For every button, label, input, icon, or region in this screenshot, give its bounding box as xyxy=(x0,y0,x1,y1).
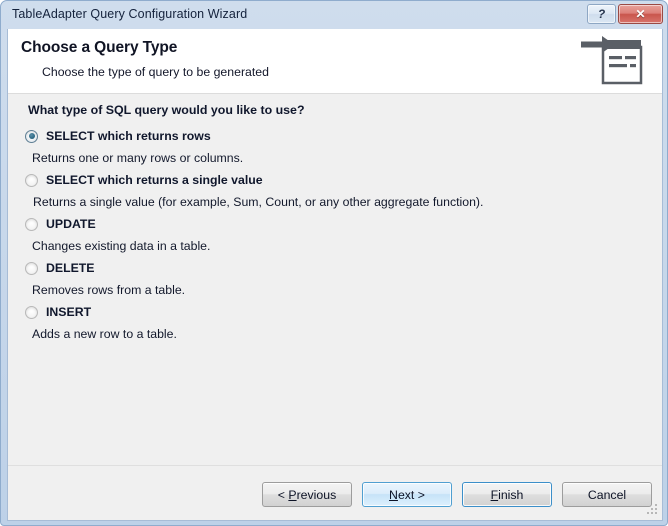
client-area: Choose a Query Type Choose the type of q… xyxy=(7,29,663,521)
query-wizard-icon xyxy=(581,36,643,85)
radio-update[interactable] xyxy=(25,217,38,231)
next-button-label: Next > xyxy=(389,487,425,502)
radio-delete[interactable] xyxy=(25,261,38,275)
radio-label-update: UPDATE xyxy=(46,217,96,231)
radio-select-single-value[interactable] xyxy=(25,173,38,187)
close-icon: ✕ xyxy=(635,7,646,21)
radio-row-update[interactable]: UPDATE xyxy=(8,213,662,235)
finish-button-label: Finish xyxy=(490,487,524,502)
option-select-rows: SELECT which returns rows Returns one or… xyxy=(8,125,662,169)
dialog-button-bar: < Previous Next > Finish Cancel xyxy=(8,465,662,519)
next-button[interactable]: Next > xyxy=(362,482,452,507)
radio-description-select-single-value: Returns a single value (for example, Sum… xyxy=(33,195,484,209)
radio-row-select-single-value[interactable]: SELECT which returns a single value xyxy=(8,169,662,191)
wizard-header: Choose a Query Type Choose the type of q… xyxy=(8,29,662,94)
wizard-window: TableAdapter Query Configuration Wizard … xyxy=(0,0,668,526)
previous-button[interactable]: < Previous xyxy=(262,482,352,507)
page-subtitle: Choose the type of query to be generated xyxy=(42,65,269,79)
query-type-radio-group: SELECT which returns rows Returns one or… xyxy=(8,125,662,345)
radio-label-select-rows: SELECT which returns rows xyxy=(46,129,211,143)
radio-label-delete: DELETE xyxy=(46,261,95,275)
window-title: TableAdapter Query Configuration Wizard xyxy=(12,7,248,21)
close-button[interactable]: ✕ xyxy=(618,4,663,24)
wizard-body: What type of SQL query would you like to… xyxy=(8,94,662,465)
finish-button[interactable]: Finish xyxy=(462,482,552,507)
radio-row-insert[interactable]: INSERT xyxy=(8,301,662,323)
radio-description-update: Changes existing data in a table. xyxy=(32,239,211,253)
title-bar-buttons: ? ✕ xyxy=(587,4,663,24)
option-delete: DELETE Removes rows from a table. xyxy=(8,257,662,301)
option-select-single-value: SELECT which returns a single value Retu… xyxy=(8,169,662,213)
cancel-button[interactable]: Cancel xyxy=(562,482,652,507)
radio-description-insert: Adds a new row to a table. xyxy=(32,327,177,341)
radio-label-insert: INSERT xyxy=(46,305,92,319)
help-button[interactable]: ? xyxy=(587,4,616,24)
radio-description-select-rows: Returns one or many rows or columns. xyxy=(32,151,244,165)
option-insert: INSERT Adds a new row to a table. xyxy=(8,301,662,345)
radio-row-delete[interactable]: DELETE xyxy=(8,257,662,279)
radio-insert[interactable] xyxy=(25,305,38,319)
radio-label-select-single-value: SELECT which returns a single value xyxy=(46,173,263,187)
radio-description-delete: Removes rows from a table. xyxy=(32,283,186,297)
page-title: Choose a Query Type xyxy=(21,39,178,56)
resize-grip-icon[interactable] xyxy=(647,504,659,516)
option-update: UPDATE Changes existing data in a table. xyxy=(8,213,662,257)
title-bar: TableAdapter Query Configuration Wizard … xyxy=(1,1,667,29)
radio-row-select-rows[interactable]: SELECT which returns rows xyxy=(8,125,662,147)
question-label: What type of SQL query would you like to… xyxy=(28,103,305,117)
radio-select-rows[interactable] xyxy=(25,129,38,143)
cancel-button-label: Cancel xyxy=(587,487,627,502)
previous-button-label: < Previous xyxy=(277,487,337,502)
question-mark-icon: ? xyxy=(597,7,606,21)
